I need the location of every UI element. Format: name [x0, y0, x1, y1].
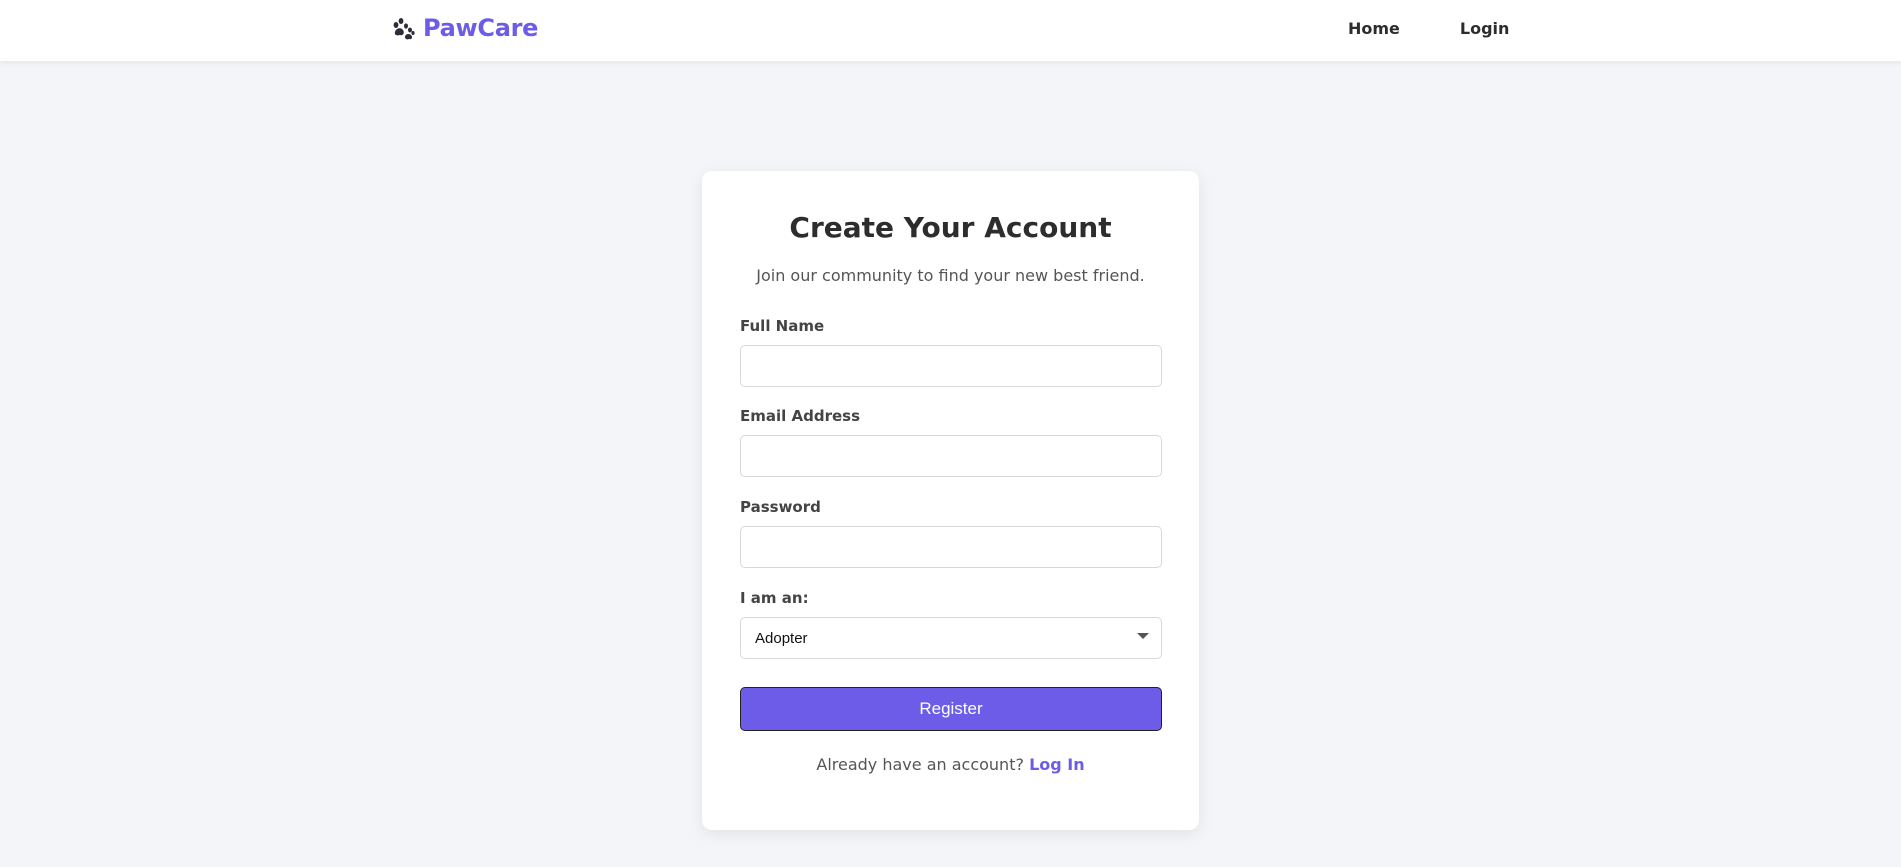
password-label: Password: [740, 498, 821, 516]
page-title: Create Your Account: [789, 211, 1112, 244]
page-subtitle: Join our community to find your new best…: [756, 266, 1145, 285]
top-navbar: PawCare Home Login: [0, 0, 1901, 61]
full-name-label: Full Name: [740, 317, 825, 335]
register-card: Create Your Account Join our community t…: [702, 171, 1199, 830]
login-link[interactable]: Log In: [1029, 755, 1085, 774]
chevron-down-icon: [1137, 633, 1149, 639]
email-input[interactable]: [740, 435, 1162, 477]
full-name-input[interactable]: [740, 345, 1162, 387]
email-label: Email Address: [740, 407, 861, 425]
nav-links: Home Login: [1348, 19, 1509, 38]
nav-login-link[interactable]: Login: [1460, 19, 1510, 38]
paw-icon: [393, 18, 415, 40]
register-button[interactable]: Register: [740, 687, 1162, 731]
brand-name: PawCare: [423, 14, 539, 42]
brand-logo[interactable]: PawCare: [391, 14, 538, 42]
role-label: I am an:: [740, 589, 809, 607]
login-prompt: Already have an account? Log In: [702, 755, 1199, 774]
role-select-value: Adopter: [755, 629, 808, 647]
role-select[interactable]: Adopter: [740, 617, 1162, 659]
nav-home-link[interactable]: Home: [1348, 19, 1400, 38]
password-input[interactable]: [740, 526, 1162, 568]
login-prompt-text: Already have an account?: [816, 755, 1024, 774]
